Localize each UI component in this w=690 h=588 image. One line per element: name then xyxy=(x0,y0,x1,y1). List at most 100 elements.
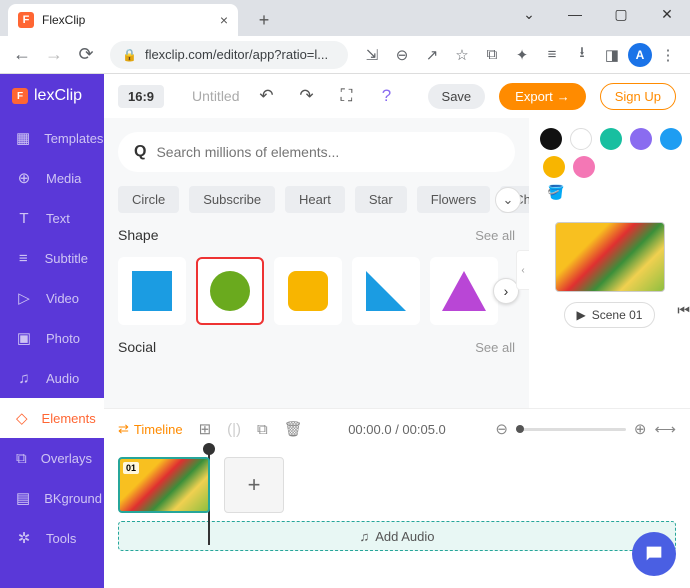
sidepanel-icon[interactable]: ◨ xyxy=(598,41,626,69)
sidebar-item-label: Templates xyxy=(44,131,103,146)
duplicate-button[interactable]: ⧉ xyxy=(257,421,268,438)
reading-list-icon[interactable]: ≡ xyxy=(538,41,566,69)
chip-circle[interactable]: Circle xyxy=(118,186,179,213)
zoom-out-button[interactable]: ⊖ xyxy=(495,420,508,438)
sidebar-item-label: Subtitle xyxy=(45,251,88,266)
bkground-icon: ▤ xyxy=(16,489,30,507)
back-button[interactable]: ← xyxy=(8,41,36,69)
sidebar-item-bkground[interactable]: ▤BKground xyxy=(0,478,104,518)
minimize-button[interactable]: ― xyxy=(552,0,598,28)
share-icon[interactable]: ↗ xyxy=(418,41,446,69)
downloads-icon[interactable]: ⭳ xyxy=(568,41,596,69)
color-swatch[interactable] xyxy=(630,128,652,150)
timeline-icon: ⇄ xyxy=(118,421,129,437)
sidebar-item-text[interactable]: TText xyxy=(0,198,104,238)
menu-icon[interactable]: ⋮ xyxy=(654,41,682,69)
paint-bucket-icon[interactable]: 🪣 xyxy=(547,184,564,201)
tab-groups-icon[interactable]: ⧉ xyxy=(478,41,506,69)
sidebar-item-media[interactable]: ⊕Media xyxy=(0,158,104,198)
shape-rounded-square[interactable] xyxy=(274,257,342,325)
undo-button[interactable]: ↶ xyxy=(254,83,280,109)
prev-scene-icon[interactable]: ⏮ xyxy=(677,302,690,319)
logo[interactable]: F lexClip xyxy=(0,74,104,118)
forward-button: → xyxy=(40,41,68,69)
sidebar-item-photo[interactable]: ▣Photo xyxy=(0,318,104,358)
fullscreen-icon[interactable]: ⛶ xyxy=(334,83,360,109)
save-button[interactable]: Save xyxy=(428,84,486,109)
omnibox[interactable]: 🔒 flexclip.com/editor/app?ratio=l... xyxy=(110,41,348,69)
zoom-in-button[interactable]: ⊕ xyxy=(634,420,647,438)
chips-more-button[interactable]: ⌄ xyxy=(495,187,521,213)
new-tab-button[interactable]: + xyxy=(250,6,278,34)
profile-avatar[interactable]: A xyxy=(628,43,652,67)
url-text: flexclip.com/editor/app?ratio=l... xyxy=(145,47,328,62)
aspect-ratio-badge[interactable]: 16:9 xyxy=(118,85,164,108)
timeline-clip[interactable]: 01 xyxy=(118,457,210,513)
add-button[interactable]: ⊞ xyxy=(199,420,212,438)
close-window-button[interactable]: ✕ xyxy=(644,0,690,28)
arrow-right-icon: → xyxy=(557,89,570,104)
chip-star[interactable]: Star xyxy=(355,186,407,213)
shape-square[interactable] xyxy=(118,257,186,325)
social-see-all-link[interactable]: See all xyxy=(475,340,515,355)
timeline: ⇄Timeline ⊞ (|) ⧉ 🗑 00:00.0 / 00:05.0 ⊖ … xyxy=(104,408,690,588)
chat-fab[interactable] xyxy=(632,532,676,576)
sidebar: F lexClip ▦Templates⊕MediaTText ≡ Subtitle… xyxy=(0,74,104,588)
color-swatches-row1 xyxy=(537,128,682,150)
color-swatch[interactable] xyxy=(600,128,622,150)
maximize-button[interactable]: ▢ xyxy=(598,0,644,28)
subtitle-icon: ≡ xyxy=(16,250,31,267)
bookmark-icon[interactable]: ☆ xyxy=(448,41,476,69)
sidebar-item-subtitle[interactable]: ≡ Subtitle xyxy=(0,238,104,278)
sidebar-item-elements[interactable]: ◇Elements xyxy=(0,398,104,438)
timeline-time: 00:00.0 / 00:05.0 xyxy=(348,422,446,437)
redo-button[interactable]: ↷ xyxy=(294,83,320,109)
sidebar-item-label: Overlays xyxy=(41,451,92,466)
split-button[interactable]: (|) xyxy=(227,421,241,438)
dropdown-icon[interactable]: ⌄ xyxy=(506,0,552,28)
shape-right-triangle[interactable] xyxy=(352,257,420,325)
chip-subscribe[interactable]: Subscribe xyxy=(189,186,275,213)
shape-circle[interactable] xyxy=(196,257,264,325)
export-button[interactable]: Export→ xyxy=(499,83,586,110)
music-icon: ♫ xyxy=(359,529,369,544)
shape-section-title: Shape xyxy=(118,227,158,243)
play-icon: ▶ xyxy=(577,308,586,322)
reload-button[interactable]: ⟳ xyxy=(72,41,100,69)
close-tab-icon[interactable]: × xyxy=(220,12,228,28)
sidebar-item-templates[interactable]: ▦Templates xyxy=(0,118,104,158)
search-input[interactable] xyxy=(156,144,499,160)
sidebar-item-video[interactable]: ▷Video xyxy=(0,278,104,318)
extensions-icon[interactable]: ✦ xyxy=(508,41,536,69)
scene-preview[interactable] xyxy=(555,222,665,292)
zoom-fit-button[interactable]: ⟷ xyxy=(654,420,676,438)
color-swatch[interactable] xyxy=(543,156,565,178)
delete-button[interactable]: 🗑 xyxy=(284,420,303,438)
chip-flowers[interactable]: Flowers xyxy=(417,186,491,213)
panel-collapse-button[interactable]: ‹ xyxy=(516,250,530,290)
color-swatch[interactable] xyxy=(540,128,562,150)
browser-tab[interactable]: F FlexClip × xyxy=(8,4,238,36)
shape-see-all-link[interactable]: See all xyxy=(475,228,515,243)
add-audio-track[interactable]: ♫Add Audio xyxy=(118,521,676,551)
help-icon[interactable]: ? xyxy=(374,83,400,109)
color-swatch[interactable] xyxy=(573,156,595,178)
color-swatch[interactable] xyxy=(570,128,592,150)
sidebar-item-tools[interactable]: ✲Tools xyxy=(0,518,104,558)
document-name[interactable]: Untitled xyxy=(192,88,239,104)
search-box[interactable]: Q xyxy=(118,132,515,172)
add-scene-button[interactable]: + xyxy=(224,457,284,513)
color-swatch[interactable] xyxy=(660,128,682,150)
photo-icon: ▣ xyxy=(16,329,32,347)
elements-icon: ◇ xyxy=(16,409,28,427)
chip-heart[interactable]: Heart xyxy=(285,186,345,213)
zoom-icon[interactable]: ⊖ xyxy=(388,41,416,69)
sidebar-item-audio[interactable]: ♫Audio xyxy=(0,358,104,398)
scene-button[interactable]: ▶Scene 01 xyxy=(564,302,656,328)
shape-triangle[interactable] xyxy=(430,257,498,325)
zoom-slider[interactable] xyxy=(516,428,626,431)
sidebar-item-overlays[interactable]: ⧉Overlays xyxy=(0,438,104,478)
install-icon[interactable]: ⇲ xyxy=(358,41,386,69)
signup-button[interactable]: Sign Up xyxy=(600,83,676,110)
timeline-label[interactable]: ⇄Timeline xyxy=(118,421,183,437)
